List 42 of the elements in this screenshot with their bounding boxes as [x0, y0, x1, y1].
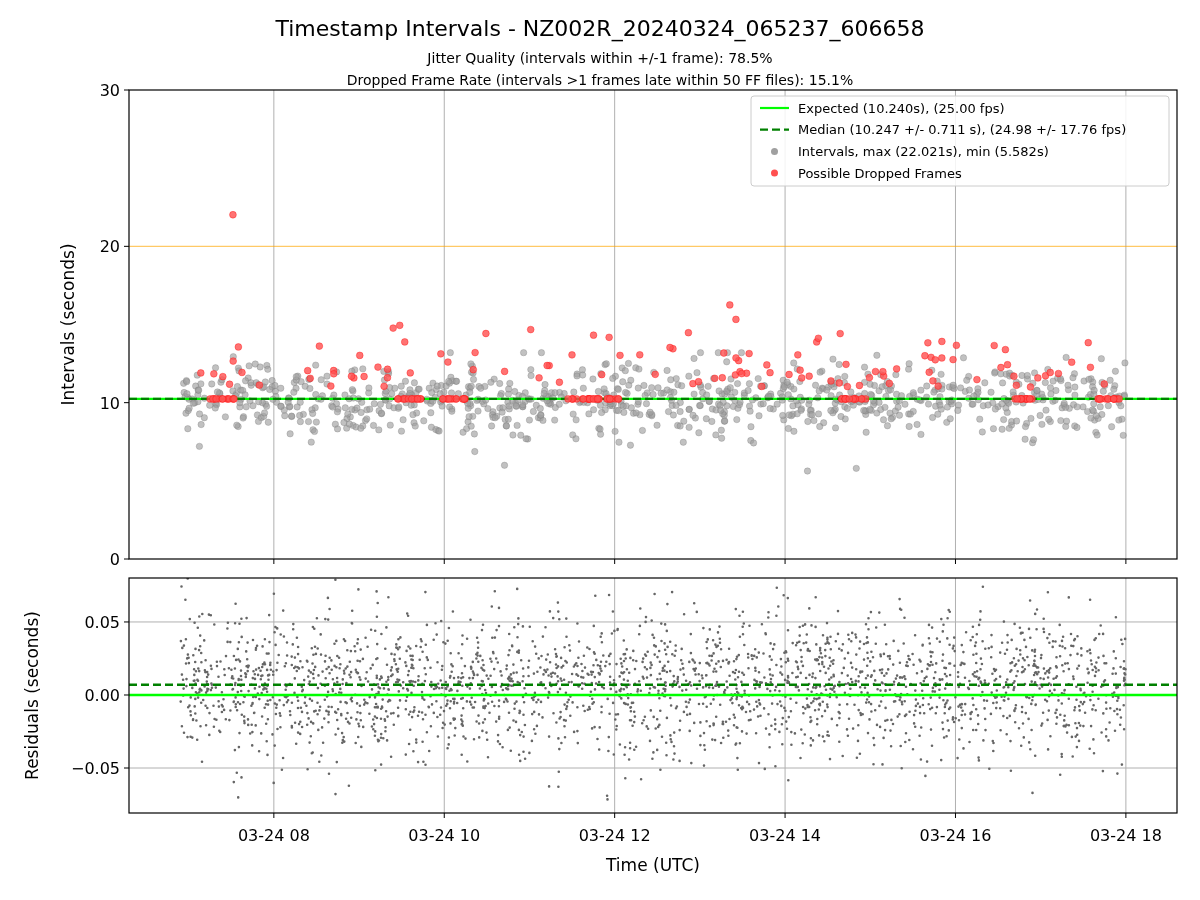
tick-mark [123, 89, 130, 91]
tick-mark [1125, 558, 1127, 565]
tick-mark [123, 694, 130, 696]
x-tick-label: 03-24 08 [237, 826, 310, 845]
tick-mark [784, 812, 786, 819]
legend-label: Expected (10.240s), (25.00 fps) [798, 100, 1005, 116]
x-tick-label: 03-24 14 [749, 826, 822, 845]
legend-label: Intervals, max (22.021s), min (5.582s) [798, 143, 1049, 159]
tick-mark [443, 812, 445, 819]
tick-mark [954, 558, 956, 565]
tick-mark [954, 812, 956, 819]
y-tick-label: 20 [99, 237, 120, 257]
legend-label: Median (10.247 +/- 0.711 s), (24.98 +/- 17.76 fps) [798, 122, 1127, 138]
y-tick-label: 0.00 [84, 686, 120, 705]
legend-label: Possible Dropped Frames [798, 165, 962, 181]
tick-mark [123, 621, 130, 623]
tick-mark [123, 402, 130, 404]
y-axis-label: Residuals (seconds) [22, 611, 42, 780]
chart-subtitle: Jitter Quality (intervals within +/-1 frame): 78.5% [427, 50, 773, 66]
tick-mark [123, 767, 130, 769]
tick-mark [443, 558, 445, 565]
y-tick-label: 0.05 [84, 612, 120, 632]
tick-mark [273, 558, 275, 565]
tick-mark [614, 812, 616, 819]
y-axis-label: Intervals (seconds) [58, 243, 78, 406]
x-tick-label: 03-24 10 [408, 826, 481, 845]
y-tick-label: 30 [99, 81, 120, 100]
chart-title: Timestamp Intervals - NZ002R_20240324_065237_606658 [275, 16, 925, 41]
tick-mark [1125, 812, 1127, 819]
tick-mark [784, 558, 786, 565]
y-tick-label: −0.05 [70, 759, 120, 778]
x-tick-label: 03-24 16 [919, 826, 992, 845]
x-tick-label: 03-24 18 [1089, 826, 1162, 845]
tick-mark [123, 245, 130, 247]
tick-mark [614, 558, 616, 565]
y-tick-label: 10 [99, 393, 120, 413]
y-tick-label: 0 [109, 550, 120, 569]
chart-subtitle: Dropped Frame Rate (intervals >1 frames late within 50 FF files): 15.1% [346, 72, 854, 88]
tick-mark [273, 812, 275, 819]
x-tick-label: 03-24 12 [578, 826, 651, 845]
x-axis-label: Time (UTC) [606, 855, 700, 875]
tick-mark [123, 558, 130, 560]
